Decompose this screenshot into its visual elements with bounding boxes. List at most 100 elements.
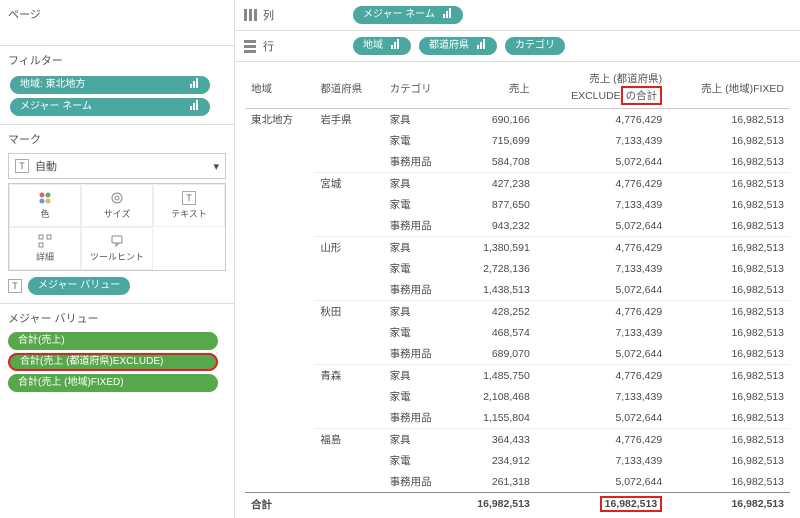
- value-cell: 16,982,513: [668, 109, 790, 131]
- value-cell: 5,072,644: [536, 279, 668, 301]
- value-cell: 5,072,644: [536, 215, 668, 237]
- pill[interactable]: 地域: 東北地方: [10, 76, 210, 94]
- total-row: 合計16,982,51316,982,51316,982,513: [245, 493, 790, 516]
- value-cell: 943,232: [453, 215, 536, 237]
- th-region: 地域: [245, 68, 314, 109]
- category-cell: 家電: [384, 322, 453, 343]
- value-cell: 7,133,439: [536, 130, 668, 151]
- data-table: 地域 都道府県 カテゴリ 売上 売上 (都道府県) EXCLUDEの合計 売上 …: [245, 68, 790, 515]
- value-cell: 261,318: [453, 471, 536, 493]
- table-row: 家電468,5747,133,43916,982,513: [245, 322, 790, 343]
- value-cell: 689,070: [453, 343, 536, 365]
- filters-panel-title: フィルター: [8, 52, 226, 68]
- th-sales: 売上: [453, 68, 536, 109]
- pill[interactable]: 合計(売上): [8, 332, 218, 350]
- pref-cell: [314, 279, 383, 301]
- size-icon: [110, 191, 124, 205]
- value-cell: 16,982,513: [668, 386, 790, 407]
- sort-icon: [391, 39, 401, 54]
- pill[interactable]: 合計(売上 (地域)FIXED): [8, 374, 218, 392]
- th-category: カテゴリ: [384, 68, 453, 109]
- th-fixed: 売上 (地域)FIXED: [668, 68, 790, 109]
- table-row: 事務用品261,3185,072,64416,982,513: [245, 471, 790, 493]
- total-cell: 16,982,513: [536, 493, 668, 516]
- pref-cell: 岩手県: [314, 109, 383, 131]
- marks-dropdown-label: 自動: [35, 158, 57, 174]
- measure-values-title: メジャー バリュー: [8, 310, 226, 326]
- th-exclude: 売上 (都道府県) EXCLUDEの合計: [536, 68, 668, 109]
- pref-cell: [314, 194, 383, 215]
- text-icon: T: [182, 191, 196, 205]
- table-row: 事務用品943,2325,072,64416,982,513: [245, 215, 790, 237]
- category-cell: 家電: [384, 450, 453, 471]
- pref-cell: [314, 215, 383, 237]
- pref-cell: 秋田: [314, 301, 383, 323]
- pill[interactable]: 合計(売上 (都道府県)EXCLUDE): [8, 353, 218, 371]
- pill[interactable]: メジャー ネーム: [10, 98, 210, 116]
- value-cell: 16,982,513: [668, 279, 790, 301]
- table-row: 山形家具1,380,5914,776,42916,982,513: [245, 237, 790, 259]
- text-type-icon-2: T: [8, 279, 22, 293]
- value-cell: 1,380,591: [453, 237, 536, 259]
- value-cell: 16,982,513: [668, 343, 790, 365]
- category-cell: 家具: [384, 301, 453, 323]
- pref-cell: 山形: [314, 237, 383, 259]
- value-cell: 4,776,429: [536, 365, 668, 387]
- category-cell: 家具: [384, 173, 453, 195]
- value-cell: 7,133,439: [536, 258, 668, 279]
- mark-text[interactable]: T テキスト: [153, 184, 225, 227]
- value-cell: 7,133,439: [536, 450, 668, 471]
- pill[interactable]: 地域: [353, 37, 411, 55]
- total-cell: 16,982,513: [453, 493, 536, 516]
- category-cell: 家電: [384, 258, 453, 279]
- mark-size[interactable]: サイズ: [81, 184, 153, 227]
- pref-cell: [314, 450, 383, 471]
- value-cell: 4,776,429: [536, 301, 668, 323]
- pref-cell: [314, 471, 383, 493]
- category-cell: 家具: [384, 237, 453, 259]
- pref-cell: [314, 343, 383, 365]
- pages-panel-title: ページ: [8, 6, 226, 22]
- category-cell: 事務用品: [384, 407, 453, 429]
- pref-cell: 福島: [314, 429, 383, 451]
- value-cell: 16,982,513: [668, 301, 790, 323]
- value-cell: 16,982,513: [668, 215, 790, 237]
- table-row: 事務用品1,438,5135,072,64416,982,513: [245, 279, 790, 301]
- category-cell: 家電: [384, 130, 453, 151]
- value-cell: 1,155,804: [453, 407, 536, 429]
- table-row: 事務用品584,7085,072,64416,982,513: [245, 151, 790, 173]
- pref-cell: [314, 258, 383, 279]
- table-row: 家電2,108,4687,133,43916,982,513: [245, 386, 790, 407]
- value-cell: 468,574: [453, 322, 536, 343]
- category-cell: 事務用品: [384, 471, 453, 493]
- value-cell: 7,133,439: [536, 194, 668, 215]
- text-type-icon: T: [15, 159, 29, 173]
- mark-detail[interactable]: 詳細: [9, 227, 81, 270]
- pill[interactable]: カテゴリ: [505, 37, 565, 55]
- value-cell: 16,982,513: [668, 365, 790, 387]
- pill[interactable]: メジャー ネーム: [353, 6, 463, 24]
- value-cell: 7,133,439: [536, 322, 668, 343]
- mark-tooltip[interactable]: ツールヒント: [81, 227, 153, 270]
- table-row: 宮城家具427,2384,776,42916,982,513: [245, 173, 790, 195]
- marks-measure-pill[interactable]: メジャー バリュー: [28, 277, 130, 295]
- category-cell: 家電: [384, 386, 453, 407]
- value-cell: 16,982,513: [668, 258, 790, 279]
- category-cell: 家具: [384, 109, 453, 131]
- pill[interactable]: 都道府県: [419, 37, 497, 55]
- chevron-down-icon: ▾: [213, 160, 219, 173]
- marks-dropdown[interactable]: T 自動 ▾: [8, 153, 226, 179]
- region-cell: 東北地方: [245, 109, 314, 493]
- category-cell: 家具: [384, 429, 453, 451]
- category-cell: 事務用品: [384, 151, 453, 173]
- rows-shelf-label: 行: [243, 38, 343, 54]
- category-cell: 家電: [384, 194, 453, 215]
- value-cell: 234,912: [453, 450, 536, 471]
- value-cell: 5,072,644: [536, 343, 668, 365]
- category-cell: 事務用品: [384, 215, 453, 237]
- mark-color[interactable]: 色: [9, 184, 81, 227]
- table-row: 家電234,9127,133,43916,982,513: [245, 450, 790, 471]
- value-cell: 4,776,429: [536, 237, 668, 259]
- table-row: 東北地方岩手県家具690,1664,776,42916,982,513: [245, 109, 790, 131]
- value-cell: 364,433: [453, 429, 536, 451]
